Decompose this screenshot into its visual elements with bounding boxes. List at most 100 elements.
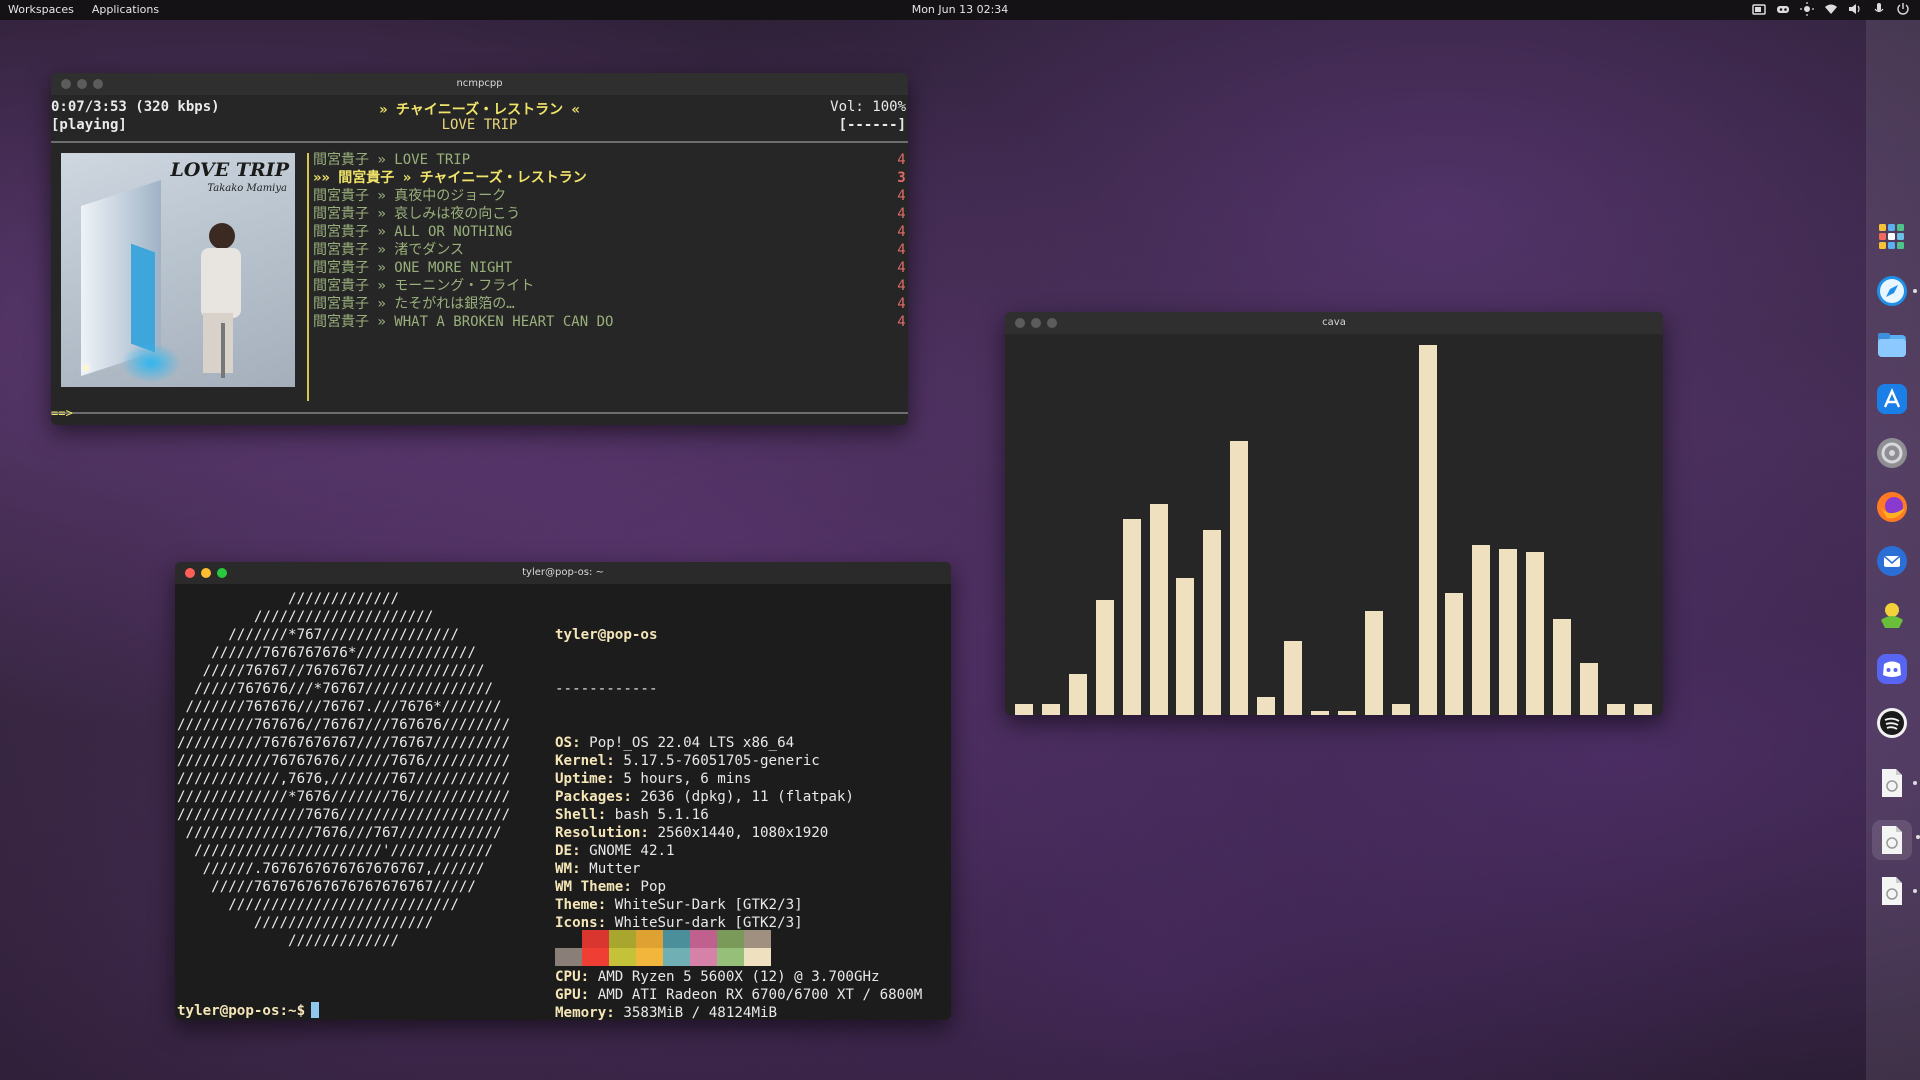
files-icon[interactable] — [1875, 328, 1909, 362]
info-key: OS: — [555, 735, 581, 751]
minimize-button[interactable] — [1031, 318, 1041, 328]
ascii-line: /////767676767676767676767///// — [177, 879, 476, 895]
visualizer-bar — [1041, 703, 1060, 715]
minimize-button[interactable] — [201, 568, 211, 578]
info-line: OS: Pop!_OS 22.04 LTS x86_64 — [555, 734, 922, 752]
header-divider — [51, 141, 908, 143]
mic-icon[interactable] — [1872, 2, 1886, 16]
thunderbird-icon[interactable] — [1875, 544, 1909, 578]
visualizer-bar — [1633, 703, 1652, 715]
info-value: GNOME 42.1 — [580, 843, 675, 859]
brightness-icon[interactable] — [1800, 2, 1814, 16]
track-label: »» 間宮貴子 » チャイニーズ・レストラン — [313, 170, 587, 186]
clock[interactable]: Mon Jun 13 02:34 — [0, 3, 1920, 16]
playlist-row[interactable]: »» 間宮貴子 » チャイニーズ・レストラン 3:53 — [313, 169, 908, 187]
dock — [1866, 20, 1920, 1080]
playlist-row[interactable]: 間宮貴子 » たそがれは銀箔の… 4:28 — [313, 295, 908, 313]
visualizer-bar — [1418, 345, 1437, 715]
ascii-line: ///////////////////// — [177, 609, 434, 625]
playlist[interactable]: 間宮貴子 » LOVE TRIP 4:01 »» 間宮貴子 » チャイニーズ・レス… — [313, 151, 908, 331]
running-indicator — [1913, 289, 1917, 293]
playlist-row[interactable]: 間宮貴子 » ALL OR NOTHING 4:24 — [313, 223, 908, 241]
system-tray — [1752, 2, 1910, 16]
color-swatch — [582, 930, 609, 966]
firefox-icon[interactable] — [1875, 490, 1909, 524]
document-icon[interactable] — [1872, 820, 1920, 860]
visualizer-bar — [1230, 441, 1249, 715]
info-line: Resolution: 2560x1440, 1080x1920 — [555, 824, 922, 842]
cava-window[interactable]: cava — [1005, 312, 1663, 715]
ncmpcpp-window[interactable]: ncmpcpp 0:07/3:53 (320 kbps) [playing] »… — [51, 73, 908, 425]
discord-icon[interactable] — [1875, 652, 1909, 686]
app-store-icon[interactable] — [1875, 382, 1909, 416]
track-label: 間宮貴子 » たそがれは銀箔の… — [313, 296, 515, 312]
track-duration: 4:53 — [897, 188, 908, 204]
info-key: DE: — [555, 843, 581, 859]
top-bar: Workspaces Applications Mon Jun 13 02:34 — [0, 0, 1920, 20]
cava-titlebar[interactable]: cava — [1005, 312, 1663, 334]
color-swatch — [717, 930, 744, 966]
playlist-row[interactable]: 間宮貴子 » 哀しみは夜の向こう 4:05 — [313, 205, 908, 223]
info-value: bash 5.1.16 — [606, 807, 709, 823]
color-swatch — [636, 930, 663, 966]
info-line: Packages: 2636 (dpkg), 11 (flatpak) — [555, 788, 922, 806]
close-button[interactable] — [1015, 318, 1025, 328]
playlist-row[interactable]: 間宮貴子 » ONE MORE NIGHT 4:02 — [313, 259, 908, 277]
track-duration: 4:24 — [897, 224, 908, 240]
command-prompt[interactable]: ==> — [51, 406, 73, 420]
ascii-line: //////7676767676*////////////// — [177, 645, 476, 661]
running-indicator — [1916, 835, 1920, 839]
visualizer-bar — [1606, 703, 1625, 715]
playlist-row[interactable]: 間宮貴子 » 真夜中のジョーク 4:53 — [313, 187, 908, 205]
playlist-row[interactable]: 間宮貴子 » モーニング・フライト 4:09 — [313, 277, 908, 295]
playlist-row[interactable]: 間宮貴子 » WHAT A BROKEN HEART CAN DO 4:13 — [313, 313, 908, 331]
playlist-row[interactable]: 間宮貴子 » 渚でダンス 4:18 — [313, 241, 908, 259]
info-line: Uptime: 5 hours, 6 mins — [555, 770, 922, 788]
track-label: 間宮貴子 » LOVE TRIP — [313, 152, 471, 168]
maximize-button[interactable] — [93, 79, 103, 89]
ascii-line: /////76767//7676767////////////// — [177, 663, 485, 679]
terminal-titlebar[interactable]: tyler@pop-os: ~ — [175, 562, 951, 584]
spotify-icon[interactable] — [1875, 706, 1909, 740]
popsicle-icon[interactable] — [1875, 598, 1909, 632]
volume-icon[interactable] — [1848, 2, 1862, 16]
window-icon[interactable] — [1752, 2, 1766, 16]
minimize-button[interactable] — [77, 79, 87, 89]
wifi-icon[interactable] — [1824, 2, 1838, 16]
shell-prompt[interactable]: tyler@pop-os:~$ — [177, 1002, 320, 1019]
document-icon[interactable] — [1875, 874, 1917, 908]
maximize-button[interactable] — [1047, 318, 1057, 328]
visualizer-bar — [1364, 611, 1383, 715]
visualizer-bar — [1203, 530, 1222, 715]
ascii-line: /////////////////////////// — [177, 897, 459, 913]
info-key: Packages: — [555, 789, 632, 805]
track-duration: 3:53 — [897, 170, 908, 186]
close-button[interactable] — [61, 79, 71, 89]
text-cursor — [311, 1002, 320, 1018]
game-icon[interactable] — [1776, 2, 1790, 16]
app-grid-icon[interactable] — [1875, 220, 1909, 254]
track-duration: 4:01 — [897, 152, 908, 168]
info-line: Memory: 3583MiB / 48124MiB — [555, 1004, 922, 1020]
visualizer-bar — [1015, 703, 1033, 715]
info-key: WM: — [555, 861, 581, 877]
visualizer-bar — [1337, 711, 1356, 715]
track-duration: 4:13 — [897, 314, 908, 330]
safari-icon[interactable] — [1875, 274, 1917, 308]
playlist-row[interactable]: 間宮貴子 » LOVE TRIP 4:01 — [313, 151, 908, 169]
color-palette — [555, 930, 771, 966]
power-icon[interactable] — [1896, 2, 1910, 16]
info-key: Shell: — [555, 807, 607, 823]
info-value: Pop — [631, 879, 667, 895]
document-icon[interactable] — [1875, 766, 1917, 800]
track-duration: 4:02 — [897, 260, 908, 276]
info-line: GPU: AMD ATI Radeon RX 6700/6700 XT / 68… — [555, 986, 922, 1004]
info-key: Theme: — [555, 897, 607, 913]
close-button[interactable] — [185, 568, 195, 578]
terminal-window[interactable]: tyler@pop-os: ~ ///////////// //////////… — [175, 562, 951, 1020]
maximize-button[interactable] — [217, 568, 227, 578]
info-value: Mutter — [580, 861, 641, 877]
settings-icon[interactable] — [1875, 436, 1909, 470]
ncmpcpp-titlebar[interactable]: ncmpcpp — [51, 73, 908, 95]
visualizer-bar — [1579, 663, 1598, 715]
